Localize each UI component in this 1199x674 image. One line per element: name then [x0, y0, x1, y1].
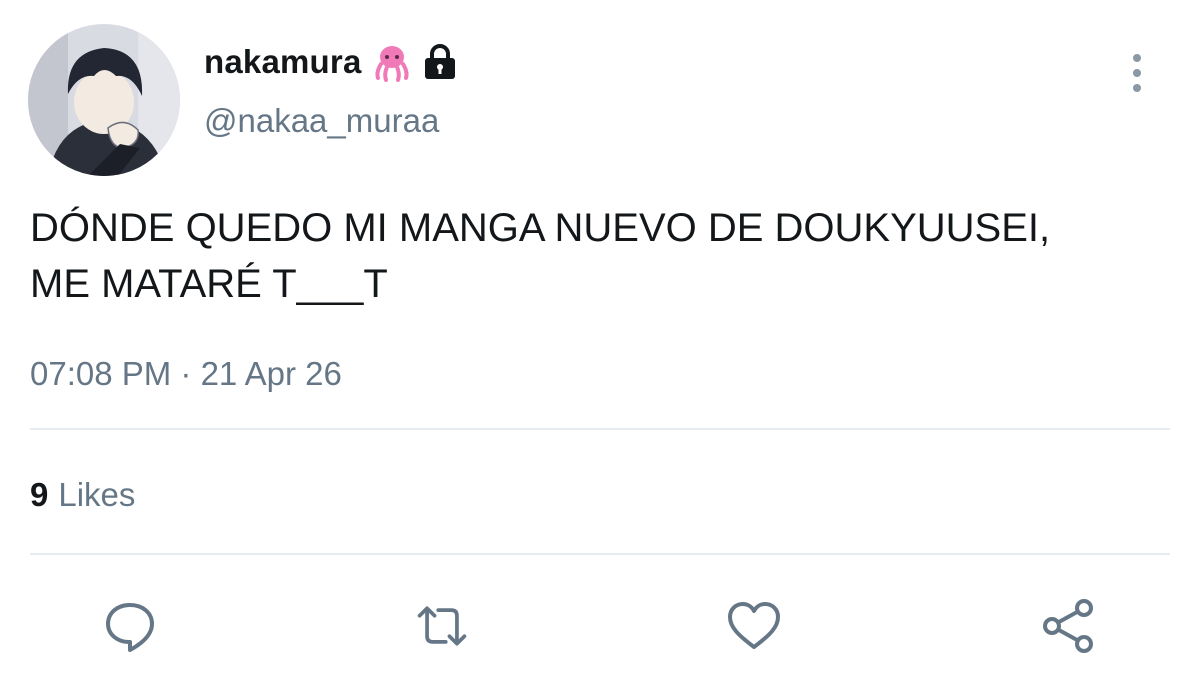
lock-icon	[422, 43, 458, 81]
more-dot-icon	[1133, 84, 1141, 92]
tweet-timestamp[interactable]: 07:08 PM · 21 Apr 26	[30, 355, 342, 393]
avatar[interactable]	[28, 24, 180, 176]
retweet-button[interactable]	[414, 598, 470, 654]
divider	[30, 553, 1170, 555]
reply-button[interactable]	[102, 598, 158, 654]
likes-label: Likes	[58, 476, 136, 513]
user-handle[interactable]: @nakaa_muraa	[204, 102, 439, 140]
divider	[30, 428, 1170, 430]
share-button[interactable]	[1040, 598, 1096, 654]
likes-count: 9	[30, 476, 49, 513]
tweet-text: DÓNDE QUEDO MI MANGA NUEVO DE DOUKYUUSEI…	[30, 206, 1051, 306]
likes-stat[interactable]: 9 Likes	[30, 476, 135, 514]
heart-icon	[728, 602, 780, 649]
reply-icon	[106, 603, 154, 652]
tweet-card: nakamura @nakaa_muraa DÓNDE QUEDO MI MAN…	[0, 0, 1199, 674]
display-name-row: nakamura	[204, 40, 458, 84]
retweet-icon	[417, 606, 467, 646]
like-button[interactable]	[726, 598, 782, 654]
display-name[interactable]: nakamura	[204, 43, 362, 81]
avatar-illustration	[28, 24, 180, 176]
more-options-button[interactable]	[1122, 54, 1152, 92]
more-dot-icon	[1133, 69, 1141, 77]
octopus-emoji-icon	[372, 42, 412, 82]
share-icon	[1043, 599, 1093, 653]
more-dot-icon	[1133, 54, 1141, 62]
